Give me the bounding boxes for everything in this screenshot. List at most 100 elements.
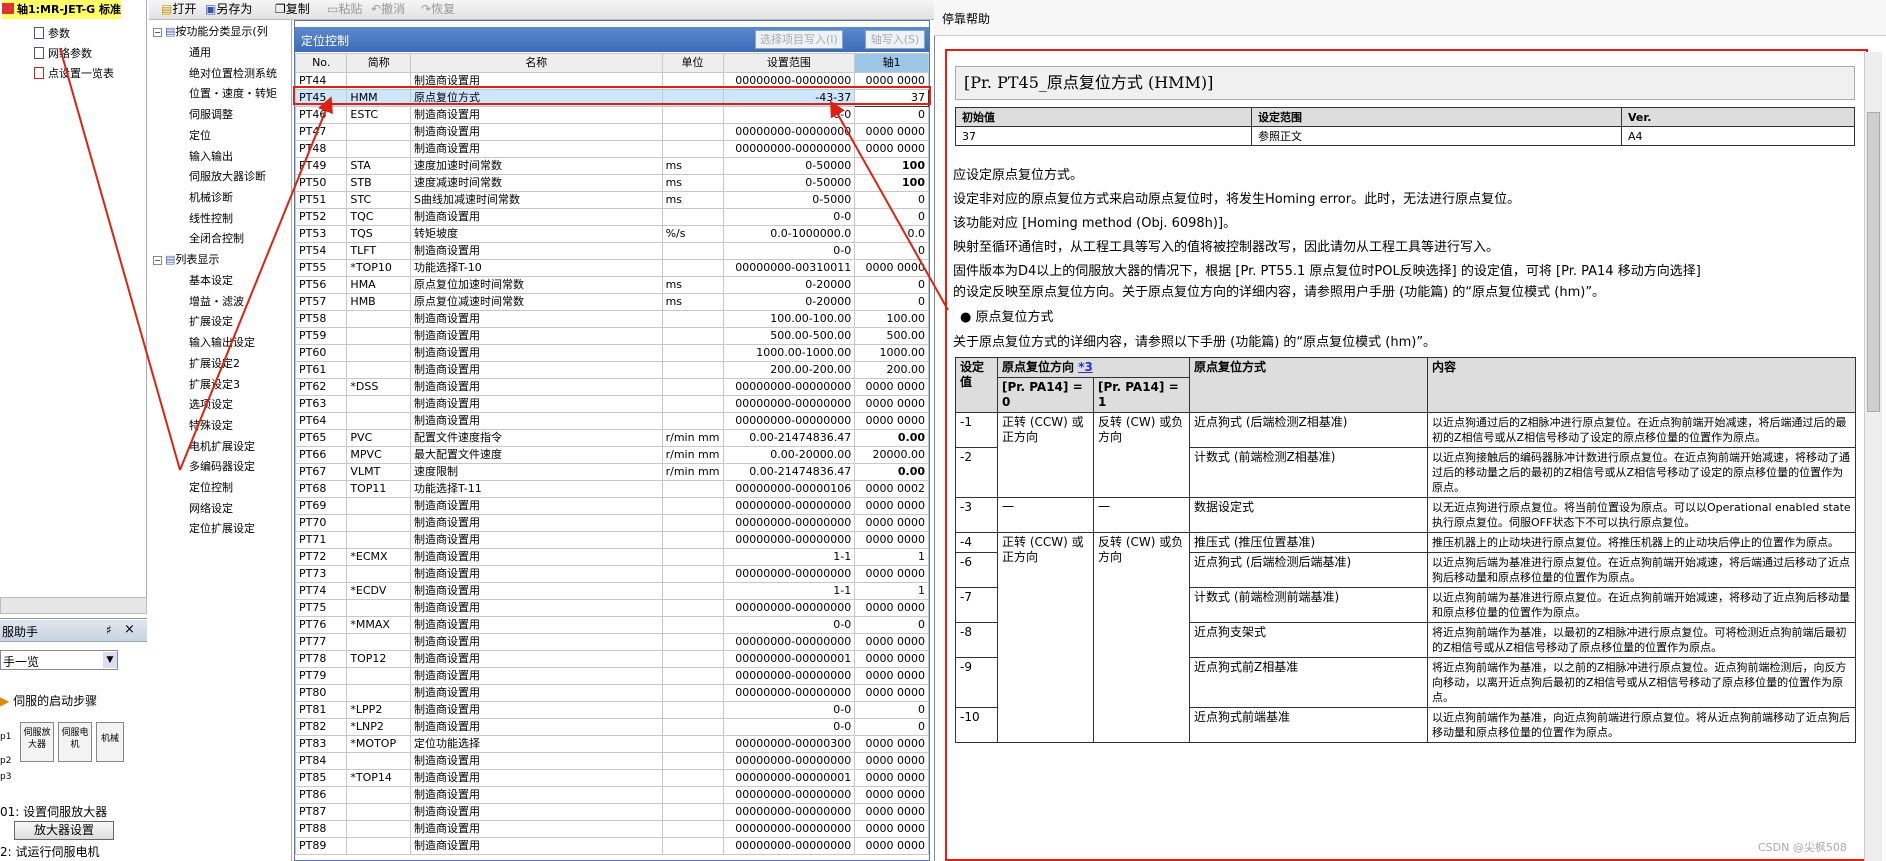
- category-item[interactable]: 机械诊断: [189, 188, 233, 208]
- project-tree-hscrollbar[interactable]: [0, 597, 147, 614]
- category-item[interactable]: 基本设定: [189, 271, 233, 291]
- table-row[interactable]: PT64 制造商设置用 00000000-00000000 0000 0000: [294, 412, 929, 430]
- category-item[interactable]: 伺服放大器诊断: [189, 167, 266, 187]
- cell-axis1[interactable]: 20000.00: [854, 446, 929, 464]
- table-row[interactable]: PT84 制造商设置用 00000000-00000000 0000 0000: [294, 752, 929, 770]
- cell-axis1[interactable]: 0000 0000: [854, 786, 929, 804]
- table-row[interactable]: PT67 VLMT 速度限制 r/min mm 0.00-21474836.47 0.00: [294, 463, 929, 481]
- table-row[interactable]: PT79 制造商设置用 00000000-00000000 0000 0000: [294, 667, 929, 685]
- cell-axis1[interactable]: 100: [854, 174, 929, 192]
- cell-axis1[interactable]: 0: [854, 701, 929, 719]
- table-row[interactable]: PT57 HMB 原点复位减速时间常数 ms 0-20000 0: [294, 293, 929, 311]
- table-row[interactable]: PT81 *LPP2 制造商设置用 0-0 0: [294, 701, 929, 719]
- cell-axis1[interactable]: 0000 0000: [854, 820, 929, 838]
- copy-button[interactable]: ❐复制: [275, 1, 310, 18]
- cell-axis1[interactable]: 0000 0000: [854, 667, 929, 685]
- table-row[interactable]: PT59 制造商设置用 500.00-500.00 500.00: [294, 327, 929, 345]
- table-row[interactable]: PT89 制造商设置用 00000000-00000000 0000 0000: [294, 837, 929, 855]
- cell-axis1[interactable]: 0000 0000: [854, 140, 929, 158]
- table-row[interactable]: PT74 *ECDV 制造商设置用 1-1 1: [294, 582, 929, 600]
- table-row[interactable]: PT70 制造商设置用 00000000-00000000 0000 0000: [294, 514, 929, 532]
- cell-axis1[interactable]: 0000 0000: [854, 565, 929, 583]
- open-button[interactable]: ▤打开: [161, 1, 196, 18]
- category-item[interactable]: 伺服调整: [189, 105, 233, 125]
- cell-axis1[interactable]: 0: [854, 106, 929, 124]
- category-item[interactable]: 通用: [189, 43, 211, 63]
- category-item[interactable]: 扩展设定3: [189, 375, 240, 395]
- cell-axis1[interactable]: 0000 0000: [854, 599, 929, 617]
- category-item[interactable]: 网络设定: [189, 499, 233, 519]
- table-row[interactable]: PT55 *TOP10 功能选择T-10 00000000-00310011 0000 …: [294, 259, 929, 277]
- category-item[interactable]: 全闭合控制: [189, 229, 244, 249]
- table-row[interactable]: PT83 *MOTOP 定位功能选择 00000000-00000300 0000 00…: [294, 735, 929, 753]
- save-as-button[interactable]: ▣另存为: [205, 1, 252, 18]
- category-item[interactable]: 选项设定: [189, 395, 233, 415]
- cell-axis1[interactable]: 0000 0000: [854, 735, 929, 753]
- table-row[interactable]: PT75 制造商设置用 00000000-00000000 0000 0000: [294, 599, 929, 617]
- table-row[interactable]: PT56 HMA 原点复位加速时间常数 ms 0-20000 0: [294, 276, 929, 294]
- cell-axis1[interactable]: 0000 0000: [854, 395, 929, 413]
- category-item[interactable]: 特殊设定: [189, 416, 233, 436]
- cell-axis1[interactable]: 0: [854, 718, 929, 736]
- table-row[interactable]: PT82 *LNP2 制造商设置用 0-0 0: [294, 718, 929, 736]
- cell-axis1[interactable]: 0000 0000: [854, 650, 929, 668]
- table-row[interactable]: PT85 *TOP14 制造商设置用 00000000-00000001 0000 00…: [294, 769, 929, 787]
- category-item[interactable]: 定位控制: [189, 478, 233, 498]
- cell-axis1[interactable]: 500.00: [854, 327, 929, 345]
- cell-axis1[interactable]: 0: [854, 293, 929, 311]
- table-row[interactable]: PT69 制造商设置用 00000000-00000000 0000 0000: [294, 497, 929, 515]
- table-row[interactable]: PT87 制造商设置用 00000000-00000000 0000 0000: [294, 803, 929, 821]
- table-row[interactable]: PT65 PVC 配置文件速度指令 r/min mm 0.00-21474836.47 0…: [294, 429, 929, 447]
- help-scrollbar[interactable]: [1864, 52, 1882, 861]
- category-item[interactable]: 输入输出设定: [189, 333, 255, 353]
- cell-axis1[interactable]: 200.00: [854, 361, 929, 379]
- category-item[interactable]: 定位扩展设定: [189, 519, 255, 539]
- category-item[interactable]: 定位: [189, 126, 211, 146]
- table-row[interactable]: PT63 制造商设置用 00000000-00000000 0000 0000: [294, 395, 929, 413]
- tree-item-point-table[interactable]: 点设置一览表: [34, 64, 114, 83]
- cell-axis1[interactable]: 0.00: [854, 463, 929, 481]
- category-item[interactable]: 绝对位置检测系统: [189, 64, 277, 84]
- cell-axis1[interactable]: 100: [854, 157, 929, 175]
- table-row[interactable]: PT58 制造商设置用 100.00-100.00 100.00: [294, 310, 929, 328]
- cell-axis1[interactable]: 0000 0000: [854, 514, 929, 532]
- cell-axis1[interactable]: 0.00: [854, 429, 929, 447]
- cell-axis1[interactable]: 0.0: [854, 225, 929, 243]
- category-item[interactable]: 扩展设定2: [189, 354, 240, 374]
- table-row[interactable]: PT49 STA 速度加速时间常数 ms 0-50000 100: [294, 157, 929, 175]
- table-row[interactable]: PT51 STC S曲线加减速时间常数 ms 0-5000 0: [294, 191, 929, 209]
- write-selected-button[interactable]: 选择项目写入(I): [755, 30, 843, 49]
- category-item[interactable]: 位置・速度・转矩: [189, 84, 277, 104]
- tree-item-parameters[interactable]: 参数: [34, 24, 70, 43]
- cell-axis1[interactable]: 0000 0000: [854, 378, 929, 396]
- table-row[interactable]: PT86 制造商设置用 00000000-00000000 0000 0000: [294, 786, 929, 804]
- table-row[interactable]: PT48 制造商设置用 00000000-00000000 0000 0000: [294, 140, 929, 158]
- cell-axis1[interactable]: 0000 0000: [854, 752, 929, 770]
- table-row[interactable]: PT44 制造商设置用 00000000-00000000 0000 0000: [294, 72, 929, 90]
- table-row[interactable]: PT88 制造商设置用 00000000-00000000 0000 0000: [294, 820, 929, 838]
- close-icon[interactable]: ×: [124, 622, 135, 637]
- startup-steps-label[interactable]: ▶ 伺服的启动步骤: [0, 692, 97, 709]
- collapse-icon[interactable]: −: [153, 28, 162, 37]
- cell-axis1[interactable]: 0000 0000: [854, 769, 929, 787]
- helper-list-dropdown[interactable]: 手一览 ▼: [0, 650, 118, 670]
- cell-axis1[interactable]: 0000 0000: [854, 633, 929, 651]
- cell-axis1[interactable]: 0: [854, 242, 929, 260]
- pin-icon[interactable]: ♯: [106, 623, 112, 637]
- table-row[interactable]: PT80 制造商设置用 00000000-00000000 0000 0000: [294, 684, 929, 702]
- table-row[interactable]: PT71 制造商设置用 00000000-00000000 0000 0000: [294, 531, 929, 549]
- category-group[interactable]: − ▤列表显示: [153, 250, 219, 270]
- footnote-link[interactable]: *3: [1078, 360, 1093, 374]
- category-item[interactable]: 线性控制: [189, 209, 233, 229]
- table-row[interactable]: PT45 HMM 原点复位方式 -43-37 37: [294, 89, 929, 107]
- cell-axis1[interactable]: 1000.00: [854, 344, 929, 362]
- cell-axis1[interactable]: 1: [854, 548, 929, 566]
- tree-item-network-params[interactable]: 网络参数: [34, 44, 92, 63]
- cell-axis1[interactable]: 0: [854, 191, 929, 209]
- redo-button[interactable]: ↷恢复: [421, 1, 455, 18]
- category-item[interactable]: 多编码器设定: [189, 457, 255, 477]
- cell-axis1[interactable]: 100.00: [854, 310, 929, 328]
- table-row[interactable]: PT68 TOP11 功能选择T-11 00000000-00000106 0000 0…: [294, 480, 929, 498]
- table-row[interactable]: PT76 *MMAX 制造商设置用 0-0 0: [294, 616, 929, 634]
- cell-axis1[interactable]: 37: [854, 89, 929, 107]
